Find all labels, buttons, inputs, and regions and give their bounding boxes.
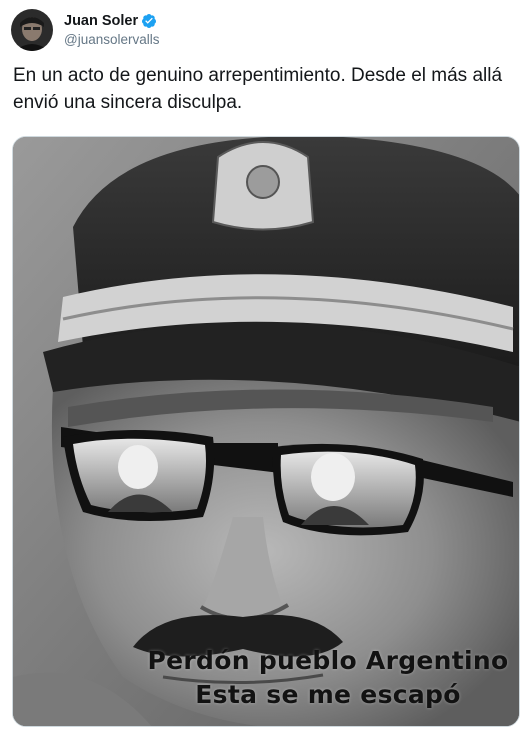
verified-badge-icon	[141, 13, 157, 29]
media-caption-line-2: Esta se me escapó	[195, 680, 461, 709]
display-name-row: Juan Soler	[64, 12, 160, 30]
media-photo	[13, 137, 519, 726]
author-handle[interactable]: @juansolervalls	[64, 31, 160, 49]
avatar[interactable]	[11, 9, 53, 51]
author-names: Juan Soler @juansolervalls	[64, 12, 160, 49]
tweet-card[interactable]: Juan Soler @juansolervalls En un acto de…	[0, 0, 530, 734]
tweet-header: Juan Soler @juansolervalls	[11, 8, 160, 52]
tweet-media-image[interactable]: Perdón pueblo Argentino Esta se me escap…	[12, 136, 520, 727]
media-caption-line-1: Perdón pueblo Argentino	[147, 646, 509, 675]
author-display-name[interactable]: Juan Soler	[64, 12, 138, 30]
tweet-text: En un acto de genuino arrepentimiento. D…	[13, 65, 503, 113]
